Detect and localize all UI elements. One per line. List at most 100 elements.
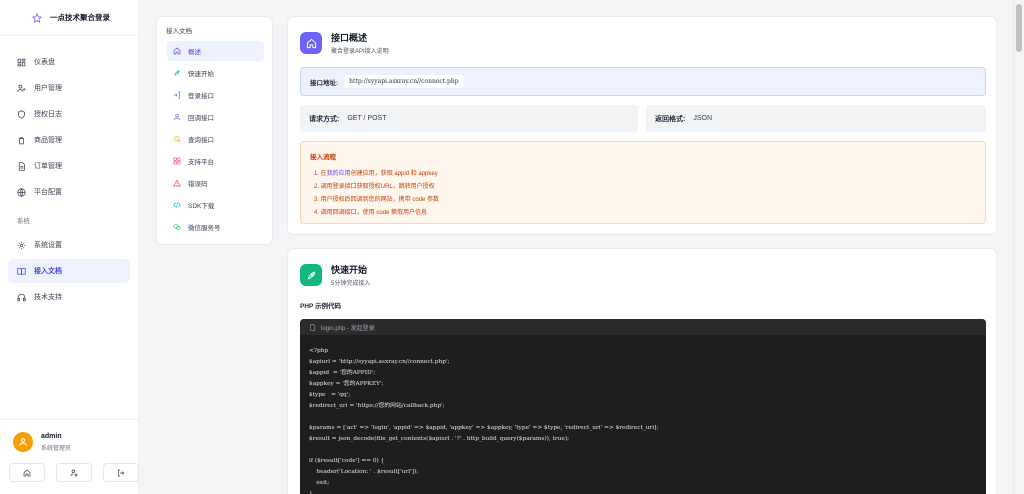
avatar: [13, 432, 33, 452]
doc-nav-item-callback[interactable]: 回调接口: [167, 107, 264, 127]
doc-nav-item-overview[interactable]: 概述: [167, 41, 264, 61]
doc-nav-item-errors[interactable]: 错误码: [167, 173, 264, 193]
overview-card: 接口概述 聚合登录API接入说明 接口地址: http://syyapi.asx…: [287, 16, 997, 235]
api-address-value[interactable]: http://syyapi.asxray.cn//connect.php: [344, 75, 464, 88]
flow-step-text: 创建应用，获取 appid 和 appkey: [350, 171, 438, 177]
sidebar-item-label: 技术支持: [34, 294, 62, 301]
code-line: }: [309, 491, 313, 494]
user-role: 系统管理员: [41, 445, 72, 452]
logout-button[interactable]: [103, 463, 139, 482]
scrollbar-thumb[interactable]: [1016, 4, 1022, 52]
sidebar-item-users[interactable]: 用户管理: [8, 76, 130, 100]
doc-nav-label: 回调接口: [188, 115, 214, 122]
code-block[interactable]: login.php - 发起登录 <?php $apiurl = 'http:/…: [300, 319, 986, 494]
sidebar-item-label: 仪表盘: [34, 59, 55, 66]
sidebar-item-support[interactable]: 技术支持: [8, 285, 130, 309]
overview-header-icon: [300, 32, 322, 54]
doc-nav-label: 微信服务号: [188, 225, 221, 232]
sidebar-item-label: 商品管理: [34, 137, 62, 144]
profile-button[interactable]: [56, 463, 92, 482]
gear-icon: [17, 241, 26, 249]
my-apps-link[interactable]: 我的应用: [327, 171, 351, 177]
user-name: admin: [41, 432, 62, 440]
sidebar-item-label: 系统设置: [34, 242, 62, 249]
sidebar-item-label: 接入文档: [34, 268, 62, 275]
wechat-icon: [173, 224, 181, 230]
php-example-label: PHP 示例代码: [300, 303, 342, 310]
sidebar-item-products[interactable]: 商品管理: [8, 128, 130, 152]
rocket-icon: [174, 70, 180, 76]
response-format-value: JSON: [693, 115, 713, 122]
overview-header: 接口概述 聚合登录API接入说明: [288, 17, 996, 55]
code-line: $type = 'qq';: [309, 392, 351, 398]
package-icon: [18, 136, 25, 144]
sidebar-item-platform[interactable]: 平台配置: [8, 180, 130, 204]
flow-step-3: 3. 用户授权后回调到您的网站，携带 code 参数: [314, 197, 440, 203]
logout-icon: [118, 469, 125, 476]
login-icon: [173, 91, 180, 99]
code-line: $redirect_uri = 'https://您的网站/callback.p…: [309, 403, 445, 409]
sidebar-item-dashboard[interactable]: 仪表盘: [8, 50, 130, 74]
rocket-icon: [307, 271, 315, 279]
user-settings-icon: [70, 469, 78, 476]
response-format-label: 返回格式:: [655, 115, 686, 123]
warning-icon: [173, 179, 181, 187]
dashboard-icon: [17, 58, 26, 66]
flow-title: 接入流程: [310, 154, 336, 161]
doc-nav-item-wechat[interactable]: 微信服务号: [167, 217, 264, 237]
quickstart-card: 快速开始 5分钟完成接入 PHP 示例代码 login.php - 发起登录 <…: [287, 248, 997, 494]
sidebar-item-label: 平台配置: [34, 189, 62, 196]
request-method-label: 请求方式:: [309, 115, 340, 123]
code-line: $params = ['act' => 'login', 'appid' => …: [309, 425, 659, 431]
sidebar-nav: 仪表盘 用户管理 授权日志 商品管理 订单管理 平台配置 系统 系统设置 接入文…: [0, 36, 138, 309]
integration-flow-box: 接入流程 1. 在我的应用创建应用，获取 appid 和 appkey 2. 调…: [300, 141, 986, 224]
brand-title: 一点技术聚合登录: [50, 13, 110, 22]
doc-nav-item-quickstart[interactable]: 快速开始: [167, 63, 264, 83]
code-line: exit;: [309, 480, 330, 486]
doc-nav-title: 接入文档: [166, 28, 192, 35]
doc-nav-item-query[interactable]: 查询接口: [167, 129, 264, 149]
sidebar-item-label: 用户管理: [34, 85, 62, 92]
user-info[interactable]: admin 系统管理员: [0, 420, 139, 452]
code-line: if ($result['code'] == 0) {: [309, 458, 385, 464]
sidebar-item-settings[interactable]: 系统设置: [8, 233, 130, 257]
sidebar-item-auth-log[interactable]: 授权日志: [8, 102, 130, 126]
sidebar-item-orders[interactable]: 订单管理: [8, 154, 130, 178]
doc-nav-label: 概述: [188, 49, 201, 56]
doc-nav-label: 支持平台: [188, 159, 214, 166]
grid-icon: [173, 157, 181, 165]
shield-icon: [18, 109, 25, 119]
flow-step-text: 1. 在: [314, 171, 327, 177]
user-icon: [17, 84, 26, 92]
overview-subtitle: 聚合登录API接入说明: [331, 49, 389, 55]
request-method-value: GET / POST: [347, 115, 387, 122]
globe-icon: [17, 187, 26, 197]
user-icon: [174, 114, 180, 121]
doc-nav-item-login[interactable]: 登录接口: [167, 85, 264, 105]
code-line: header('Location: ' . $result['url']);: [309, 469, 419, 475]
api-address-label: 接口地址:: [310, 79, 339, 87]
quickstart-header-icon: [300, 264, 322, 286]
doc-nav-item-sdk[interactable]: SDK下载: [167, 195, 264, 215]
search-icon: [174, 136, 181, 143]
code-header: login.php - 发起登录: [300, 319, 986, 335]
api-address-box: 接口地址: http://syyapi.asxray.cn//connect.p…: [300, 67, 986, 96]
doc-nav-item-platforms[interactable]: 支持平台: [167, 151, 264, 171]
star-icon: [32, 12, 42, 23]
sidebar-section-label: 系统: [17, 218, 30, 225]
code-line: $appkey = '您的APPKEY';: [309, 381, 384, 387]
code-icon: [173, 202, 181, 208]
user-panel: admin 系统管理员: [0, 419, 139, 494]
home-button[interactable]: [9, 463, 45, 482]
flow-step-2: 2. 调用登录接口获取授权URL，跳转用户授权: [314, 184, 435, 190]
flow-step-1: 1. 在我的应用创建应用，获取 appid 和 appkey: [310, 168, 985, 181]
brand[interactable]: 一点技术聚合登录: [0, 0, 138, 36]
home-icon: [173, 47, 181, 55]
code-line: <?php: [309, 348, 329, 354]
document-icon: [18, 161, 25, 171]
page-scrollbar[interactable]: [1013, 0, 1024, 494]
doc-nav-label: 登录接口: [188, 93, 214, 100]
sidebar-item-docs[interactable]: 接入文档: [8, 259, 130, 283]
user-actions: [0, 452, 139, 482]
